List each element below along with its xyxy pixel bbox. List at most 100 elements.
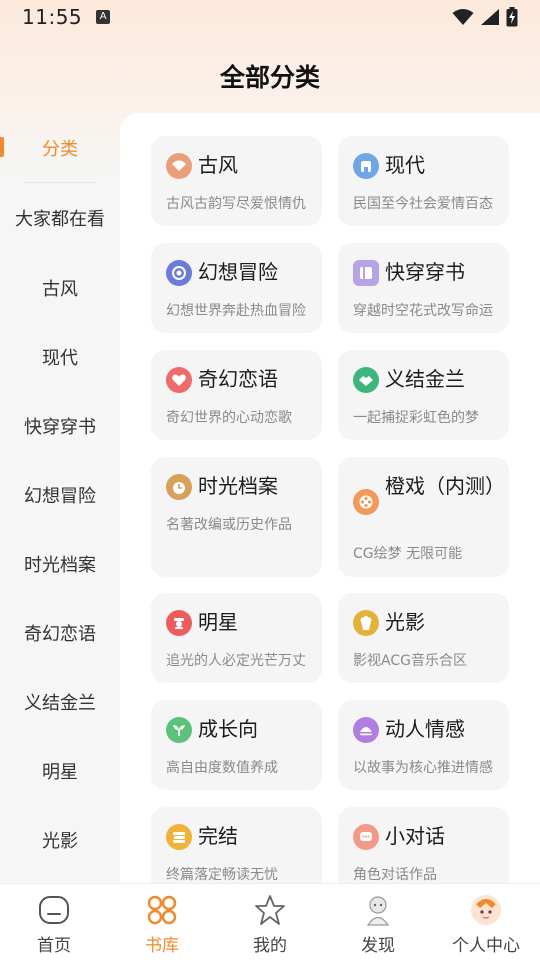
books-stack-icon [166,824,192,850]
category-grid: 古风 古风古韵写尽爱恨情仇 现代 民国至今社会爱情百态 幻想冒险 幻想世界奔赴热… [120,113,540,883]
category-card-celebrity[interactable]: 明星 追光的人必定光芒万丈 [151,593,322,683]
handshake-icon [353,367,379,393]
discover-character-icon [366,896,390,926]
category-card-sworn-friends[interactable]: 义结金兰 一起捕捉彩虹色的梦 [338,350,509,440]
sidebar-item-sworn-friends[interactable]: 义结金兰 [0,667,120,736]
category-card-fantasy-romance[interactable]: 奇幻恋语 奇幻世界的心动恋歌 [151,350,322,440]
sidebar-item-label: 奇幻恋语 [24,623,96,645]
card-title: 完结 [198,824,238,848]
sidebar-item-label: 分类 [42,138,78,160]
card-desc: 奇幻世界的心动恋歌 [166,410,292,426]
heart-icon [166,367,192,393]
active-indicator [0,137,4,157]
notification-badge: A [96,10,111,24]
sidebar-item-label: 幻想冒险 [24,485,96,507]
nav-mine[interactable]: 我的 [216,884,324,960]
category-card-modern[interactable]: 现代 民国至今社会爱情百态 [338,136,509,226]
card-desc: 穿越时空花式改写命运 [353,303,493,319]
card-desc: 追光的人必定光芒万丈 [166,653,306,669]
sidebar-item-label: 光影 [42,830,78,852]
card-title: 现代 [385,153,425,177]
sidebar-item-fantasy-adventure[interactable]: 幻想冒险 [0,460,120,529]
battery-icon [506,7,518,27]
sidebar-item-modern[interactable]: 现代 [0,322,120,391]
sidebar-item-label: 古风 [42,278,78,300]
star-icon [255,895,285,925]
card-desc: 幻想世界奔赴热血冒险 [166,303,306,319]
card-desc: 高自由度数值养成 [166,760,278,776]
card-title: 幻想冒险 [198,260,278,284]
category-card-transmigration[interactable]: 快穿穿书 穿越时空花式改写命运 [338,243,509,333]
home-icon [39,896,69,924]
category-card-growth[interactable]: 成长向 高自由度数值养成 [151,700,322,790]
star-person-icon [166,610,192,636]
status-bar: 11:55 A [0,0,540,34]
nav-label: 首页 [37,936,71,956]
card-desc: 终篇落定畅读无忧 [166,867,278,883]
card-desc: CG绘梦 无限可能 [353,546,463,562]
sprout-icon [166,717,192,743]
nav-label: 个人中心 [452,936,520,956]
category-card-fantasy-adventure[interactable]: 幻想冒险 幻想世界奔赴热血冒险 [151,243,322,333]
card-title: 古风 [198,153,238,177]
avatar-icon [471,895,501,925]
fan-icon [166,153,192,179]
card-title: 奇幻恋语 [198,367,278,391]
nav-profile[interactable]: 个人中心 [432,884,540,960]
film-reel-icon [353,489,379,515]
wifi-icon [452,9,474,25]
card-desc: 名著改编或历史作品 [166,517,292,533]
category-card-orange-theater[interactable]: 橙戏（内测） CG绘梦 无限可能 [338,457,509,577]
card-title: 光影 [385,610,425,634]
library-grid-icon [147,895,177,925]
nav-library[interactable]: 书库 [108,884,216,960]
card-desc: 以故事为核心推进情感 [353,760,493,776]
card-title: 橙戏（内测） [385,474,505,498]
bottom-nav: 首页 书库 我的 发现 个人中心 [0,883,540,960]
nav-label: 书库 [145,936,179,956]
card-desc: 一起捕捉彩虹色的梦 [353,410,479,426]
card-desc: 影视ACG音乐合区 [353,653,467,669]
nav-discover[interactable]: 发现 [324,884,432,960]
card-desc: 民国至今社会爱情百态 [353,196,493,212]
sidebar-item-label: 义结金兰 [24,692,96,714]
card-title: 快穿穿书 [385,260,465,284]
category-card-ancient[interactable]: 古风 古风古韵写尽爱恨情仇 [151,136,322,226]
category-card-small-dialogue[interactable]: 小对话 角色对话作品 [338,807,509,883]
nav-home[interactable]: 首页 [0,884,108,960]
sidebar-item-fantasy-romance[interactable]: 奇幻恋语 [0,598,120,667]
category-card-film[interactable]: 光影 影视ACG音乐合区 [338,593,509,683]
sidebar-item-popular[interactable]: 大家都在看 [0,183,120,252]
sidebar-item-film[interactable]: 光影 [0,805,120,874]
card-title: 成长向 [198,717,258,741]
sidebar-item-ancient[interactable]: 古风 [0,253,120,322]
card-title: 义结金兰 [385,367,465,391]
status-icons [452,7,518,27]
chat-bubble-icon [353,824,379,850]
sidebar-item-label: 大家都在看 [15,208,105,230]
category-sidebar: 分类 大家都在看 古风 现代 快穿穿书 幻想冒险 时光档案 奇幻恋语 义结金兰 … [0,113,120,883]
sidebar-item-label: 明星 [42,761,78,783]
sunset-icon [353,717,379,743]
card-desc: 角色对话作品 [353,867,437,883]
card-title: 动人情感 [385,717,465,741]
page-title: 全部分类 [219,63,320,92]
nav-label: 发现 [361,936,395,956]
sidebar-item-categories[interactable]: 分类 [0,113,120,183]
category-card-time-archive[interactable]: 时光档案 名著改编或历史作品 [151,457,322,577]
sidebar-item-celebrity[interactable]: 明星 [0,736,120,805]
sidebar-item-transmigration[interactable]: 快穿穿书 [0,391,120,460]
nav-label: 我的 [253,936,287,956]
category-card-completed[interactable]: 完结 终篇落定畅读无忧 [151,807,322,883]
card-title: 时光档案 [198,474,278,498]
status-time: 11:55 [22,5,83,29]
clock-icon [166,474,192,500]
sidebar-item-time-archive[interactable]: 时光档案 [0,529,120,598]
sidebar-item-label: 快穿穿书 [24,416,96,438]
card-title: 小对话 [385,824,445,848]
card-title: 明星 [198,610,238,634]
signal-icon [481,9,499,25]
popcorn-icon [353,610,379,636]
book-icon [353,260,379,286]
category-card-emotion[interactable]: 动人情感 以故事为核心推进情感 [338,700,509,790]
